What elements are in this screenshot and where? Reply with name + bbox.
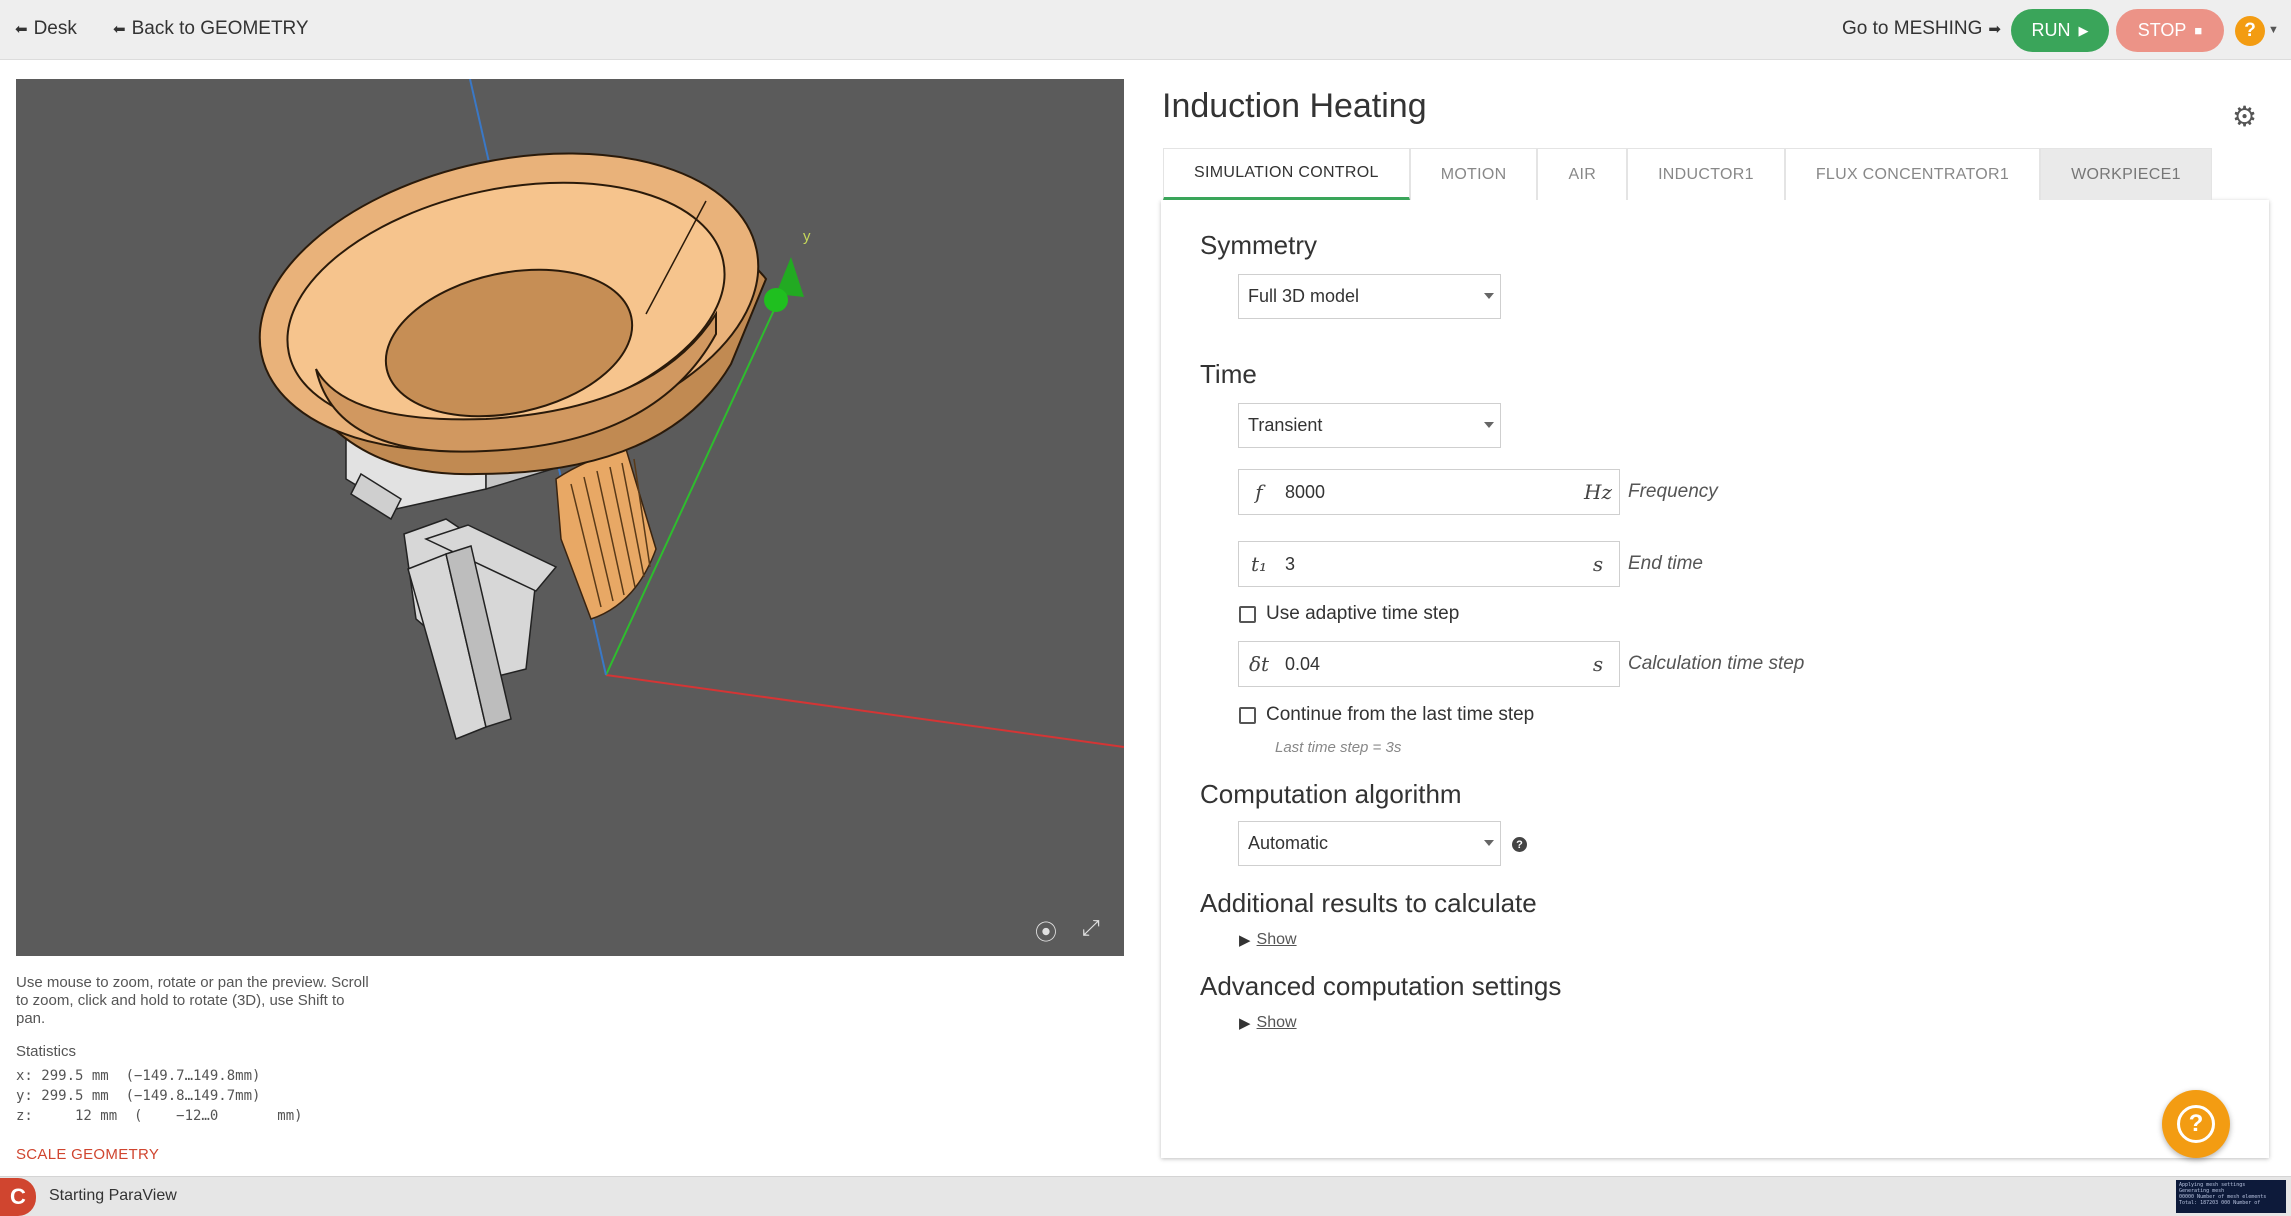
status-bar — [0, 1176, 2291, 1216]
time-mode-select[interactable]: Transient — [1238, 403, 1501, 448]
continue-label: Continue from the last time step — [1266, 704, 1535, 725]
triangle-right-icon: ▶ — [1239, 1015, 1251, 1032]
caret-down-icon — [1484, 422, 1494, 428]
y-axis-handle[interactable] — [764, 288, 788, 312]
caret-down-icon[interactable]: ▼ — [2268, 24, 2279, 36]
log-preview[interactable]: Applying mesh settings Generating mesh 0… — [2176, 1180, 2286, 1213]
arrow-left-icon: ⬅ — [15, 21, 28, 38]
end-time-label: End time — [1628, 553, 1703, 574]
arrow-right-icon: ➡ — [1988, 21, 2001, 38]
run-label: RUN — [2031, 20, 2071, 40]
stop-button[interactable]: STOP ■ — [2116, 9, 2224, 52]
inductor-coil — [555, 448, 657, 620]
y-axis-label: y — [803, 228, 811, 245]
time-step-unit: s — [1592, 652, 1604, 676]
goto-label: Go to MESHING — [1842, 18, 1983, 39]
tab-inductor1[interactable]: INDUCTOR1 — [1627, 148, 1785, 200]
time-mode-value: Transient — [1248, 415, 1323, 435]
stat-x: x: 299.5 mm (−149.7…149.8mm) — [16, 1068, 261, 1084]
symmetry-select[interactable]: Full 3D model — [1238, 274, 1501, 319]
geometry-viewport[interactable]: y ⦿ ⤢ — [16, 79, 1124, 956]
tab-air[interactable]: AIR — [1537, 148, 1628, 200]
last-time-step-hint: Last time step = 3s — [1275, 739, 1402, 756]
desk-label: Desk — [33, 18, 77, 39]
help-menu-button[interactable]: ? — [2235, 16, 2265, 46]
tab-workpiece1[interactable]: WORKPIECE1 — [2040, 148, 2212, 200]
stat-z: z: 12 mm ( −12…0 mm) — [16, 1108, 303, 1124]
module-tabs: SIMULATION CONTROL MOTION AIR INDUCTOR1 … — [1163, 148, 2212, 200]
additional-results-toggle[interactable]: ▶ Show — [1239, 931, 1297, 949]
back-label: Back to GEOMETRY — [131, 18, 309, 39]
end-time-unit: s — [1592, 552, 1604, 576]
statistics-values: x: 299.5 mm (−149.7…149.8mm) y: 299.5 mm… — [16, 1066, 303, 1126]
advanced-settings-toggle[interactable]: ▶ Show — [1239, 1014, 1297, 1032]
symmetry-heading: Symmetry — [1200, 230, 1317, 260]
fit-view-icon[interactable]: ⦿ — [1035, 915, 1057, 947]
algorithm-heading: Computation algorithm — [1200, 779, 1462, 809]
statistics-title: Statistics — [16, 1043, 77, 1060]
caret-down-icon — [1484, 840, 1494, 846]
x-axis-line — [605, 674, 1124, 748]
frequency-field[interactable]: f 8000 Hz — [1238, 469, 1620, 515]
time-step-label: Calculation time step — [1628, 653, 1805, 674]
status-text: Starting ParaView — [49, 1187, 177, 1204]
tab-simulation-control[interactable]: SIMULATION CONTROL — [1163, 148, 1410, 200]
fullscreen-icon[interactable]: ⤢ — [1082, 915, 1100, 941]
time-step-input[interactable]: 0.04 — [1279, 654, 1577, 675]
frequency-symbol: f — [1255, 480, 1263, 504]
frequency-label: Frequency — [1628, 481, 1718, 502]
tab-flux-concentrator1[interactable]: FLUX CONCENTRATOR1 — [1784, 148, 2041, 200]
time-heading: Time — [1200, 359, 1257, 389]
gear-icon[interactable]: ⚙ — [2232, 100, 2257, 133]
checkbox-box[interactable] — [1239, 605, 1256, 623]
scale-geometry-link[interactable]: SCALE GEOMETRY — [16, 1146, 159, 1163]
caret-down-icon — [1484, 293, 1494, 299]
top-bar: ⬅ Desk ⬅ Back to GEOMETRY Go to MESHING … — [0, 0, 2291, 60]
adaptive-label: Use adaptive time step — [1266, 603, 1460, 624]
workpiece-bowl — [258, 152, 768, 476]
algorithm-value: Automatic — [1248, 833, 1329, 853]
question-icon: ? — [2177, 1105, 2215, 1143]
arrow-left-icon: ⬅ — [113, 21, 126, 38]
checkbox-box[interactable] — [1239, 706, 1256, 724]
back-to-geometry-link[interactable]: ⬅ Back to GEOMETRY — [113, 18, 309, 40]
model-preview: y — [258, 79, 1124, 748]
continue-last-step-checkbox[interactable]: Continue from the last time step — [1239, 704, 1534, 726]
page-title: Induction Heating — [1162, 87, 1427, 125]
desk-link[interactable]: ⬅ Desk — [15, 18, 77, 40]
end-time-input[interactable]: 3 — [1279, 554, 1577, 575]
advanced-settings-heading: Advanced computation settings — [1200, 971, 1562, 1001]
app-logo-icon: C — [0, 1178, 36, 1216]
viewport-hint: Use mouse to zoom, rotate or pan the pre… — [16, 974, 369, 1027]
tab-motion[interactable]: MOTION — [1409, 148, 1538, 200]
additional-results-heading: Additional results to calculate — [1200, 888, 1537, 918]
end-time-field[interactable]: t₁ 3 s — [1238, 541, 1620, 587]
algorithm-select[interactable]: Automatic — [1238, 821, 1501, 866]
stat-y: y: 299.5 mm (−149.8…149.7mm) — [16, 1088, 261, 1104]
symmetry-value: Full 3D model — [1248, 286, 1360, 306]
adaptive-time-step-checkbox[interactable]: Use adaptive time step — [1239, 603, 1459, 625]
frequency-input[interactable]: 8000 — [1279, 482, 1577, 503]
help-label: ? — [2244, 20, 2256, 41]
time-step-symbol: δt — [1248, 652, 1270, 676]
play-icon: ▶ — [2078, 22, 2089, 38]
stop-icon: ■ — [2194, 23, 2203, 38]
additional-show-link[interactable]: Show — [1257, 931, 1297, 949]
help-question-icon[interactable]: ? — [1512, 837, 1527, 852]
help-chat-button[interactable]: ? — [2162, 1090, 2230, 1158]
go-to-meshing-link[interactable]: Go to MESHING ➡ — [1842, 18, 2001, 40]
triangle-right-icon: ▶ — [1239, 932, 1251, 949]
advanced-show-link[interactable]: Show — [1257, 1014, 1297, 1032]
stop-label: STOP — [2137, 20, 2187, 40]
frequency-unit: Hz — [1584, 480, 1612, 504]
time-step-field[interactable]: δt 0.04 s — [1238, 641, 1620, 687]
end-time-symbol: t₁ — [1250, 552, 1268, 576]
run-button[interactable]: RUN ▶ — [2011, 9, 2109, 52]
